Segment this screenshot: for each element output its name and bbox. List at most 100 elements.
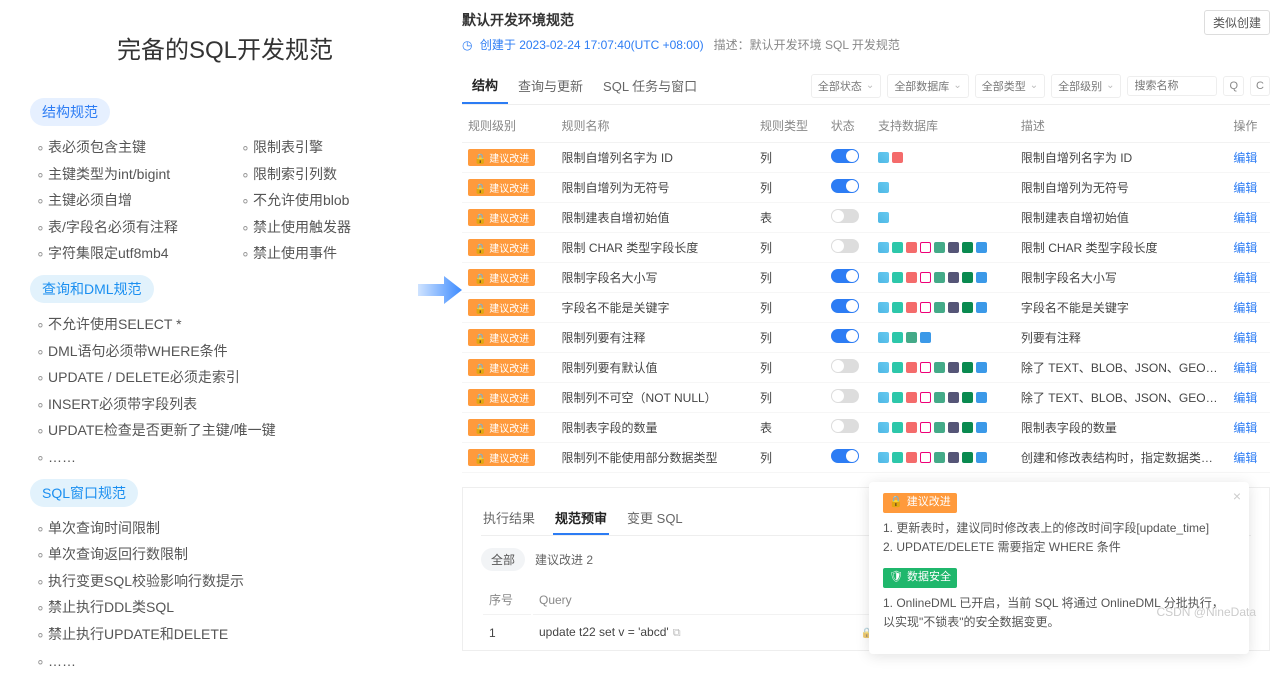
popover-badge-security: 🛡 数据安全 xyxy=(883,568,957,588)
table-row: 🔒 建议改进 限制字段名大小写 列 限制字段名大小写 编辑 xyxy=(462,263,1270,293)
spec-item: DML语句必须带WHERE条件 xyxy=(36,338,420,365)
edit-link[interactable]: 编辑 xyxy=(1233,241,1257,255)
level-badge: 🔒 建议改进 xyxy=(468,329,535,346)
filter-level[interactable]: 全部级别 xyxy=(1051,74,1121,98)
search-icon[interactable]: Q xyxy=(1223,76,1244,96)
rule-desc: 限制自增列名字为 ID xyxy=(1015,143,1228,173)
rule-desc: 限制建表自增初始值 xyxy=(1015,203,1228,233)
edit-link[interactable]: 编辑 xyxy=(1233,361,1257,375)
rule-type: 列 xyxy=(754,323,825,353)
close-icon[interactable]: × xyxy=(1233,488,1241,504)
rule-type: 列 xyxy=(754,173,825,203)
filter-database[interactable]: 全部数据库 xyxy=(887,74,968,98)
spec-item: 表必须包含主键 xyxy=(36,134,215,161)
rule-desc: 除了 TEXT、BLOB、JSON、GEOMETRY … xyxy=(1015,353,1228,383)
subtab-spec-preview[interactable]: 规范预审 xyxy=(553,502,609,535)
level-badge: 🔒 建议改进 xyxy=(468,209,535,226)
rule-type: 表 xyxy=(754,413,825,443)
status-toggle[interactable] xyxy=(831,389,859,403)
rule-desc: 限制表字段的数量 xyxy=(1015,413,1228,443)
filter-status[interactable]: 全部状态 xyxy=(811,74,881,98)
status-toggle[interactable] xyxy=(831,149,859,163)
edit-link[interactable]: 编辑 xyxy=(1233,271,1257,285)
spec-item: UPDATE检查是否更新了主键/唯一键 xyxy=(36,417,420,444)
edit-link[interactable]: 编辑 xyxy=(1233,421,1257,435)
spec-item: INSERT必须带字段列表 xyxy=(36,391,420,418)
clock-icon: ◷ xyxy=(462,38,472,52)
table-row: 🔒 建议改进 限制列不可空（NOT NULL） 列 除了 TEXT、BLOB、J… xyxy=(462,383,1270,413)
rule-desc: 除了 TEXT、BLOB、JSON、GEOMETRY … xyxy=(1015,383,1228,413)
rules-table: 规则级别 规则名称 规则类型 状态 支持数据库 描述 操作 🔒 建议改进 限制自… xyxy=(462,109,1270,473)
filter-type[interactable]: 全部类型 xyxy=(975,74,1045,98)
rule-type: 列 xyxy=(754,443,825,473)
level-badge: 🔒 建议改进 xyxy=(468,419,535,436)
rule-name: 限制列要有默认值 xyxy=(556,353,754,383)
structure-list-2: 限制表引擎限制索引列数不允许使用blob禁止使用触发器禁止使用事件 xyxy=(235,134,420,267)
section-header-window: SQL窗口规范 xyxy=(30,479,138,507)
rule-type: 表 xyxy=(754,203,825,233)
level-badge: 🔒 建议改进 xyxy=(468,149,535,166)
status-toggle[interactable] xyxy=(831,299,859,313)
th-db: 支持数据库 xyxy=(872,109,1015,143)
table-row: 🔒 建议改进 限制建表自增初始值 表 限制建表自增初始值 编辑 xyxy=(462,203,1270,233)
similar-create-button[interactable]: 类似创建 xyxy=(1204,10,1270,35)
edit-link[interactable]: 编辑 xyxy=(1233,181,1257,195)
db-icons xyxy=(878,272,1009,283)
chip-suggest[interactable]: 建议改进 2 xyxy=(535,551,593,568)
refresh-icon[interactable]: C xyxy=(1250,76,1270,96)
hint-popover: × 🔒 建议改进 1. 更新表时，建议同时修改表上的修改时间字段[update_… xyxy=(869,482,1249,654)
level-badge: 🔒 建议改进 xyxy=(468,269,535,286)
status-toggle[interactable] xyxy=(831,209,859,223)
table-row: 🔒 建议改进 字段名不能是关键字 列 字段名不能是关键字 编辑 xyxy=(462,293,1270,323)
subtab-change-sql[interactable]: 变更 SQL xyxy=(625,502,685,535)
tab-query-update[interactable]: 查询与更新 xyxy=(508,68,593,103)
rule-desc: 创建和修改表结构时，指定数据类型将不可… xyxy=(1015,443,1228,473)
subtab-exec-result[interactable]: 执行结果 xyxy=(481,502,537,535)
th-type: 规则类型 xyxy=(754,109,825,143)
status-toggle[interactable] xyxy=(831,449,859,463)
edit-link[interactable]: 编辑 xyxy=(1233,301,1257,315)
table-row: 🔒 建议改进 限制列不能使用部分数据类型 列 创建和修改表结构时，指定数据类型将… xyxy=(462,443,1270,473)
edit-link[interactable]: 编辑 xyxy=(1233,451,1257,465)
rule-type: 列 xyxy=(754,263,825,293)
rule-type: 列 xyxy=(754,143,825,173)
th-desc: 描述 xyxy=(1015,109,1228,143)
copy-icon[interactable]: ⧉ xyxy=(673,627,681,639)
db-icons xyxy=(878,392,1009,403)
tab-structure[interactable]: 结构 xyxy=(462,67,508,104)
level-badge: 🔒 建议改进 xyxy=(468,389,535,406)
tab-sql-task[interactable]: SQL 任务与窗口 xyxy=(593,68,707,103)
db-icons xyxy=(878,182,1009,193)
section-header-dml: 查询和DML规范 xyxy=(30,275,154,303)
rule-name: 限制列不能使用部分数据类型 xyxy=(556,443,754,473)
spec-item: 主键类型为int/bigint xyxy=(36,161,215,188)
level-badge: 🔒 建议改进 xyxy=(468,179,535,196)
status-toggle[interactable] xyxy=(831,419,859,433)
status-toggle[interactable] xyxy=(831,359,859,373)
qtd-no: 1 xyxy=(483,617,531,648)
db-icons xyxy=(878,422,1009,433)
status-toggle[interactable] xyxy=(831,179,859,193)
db-icons xyxy=(878,242,1009,253)
spec-item: 字符集限定utf8mb4 xyxy=(36,240,215,267)
rule-name: 限制 CHAR 类型字段长度 xyxy=(556,233,754,263)
edit-link[interactable]: 编辑 xyxy=(1233,391,1257,405)
chip-all[interactable]: 全部 xyxy=(481,548,525,571)
section-header-structure: 结构规范 xyxy=(30,98,110,126)
rule-name: 限制表字段的数量 xyxy=(556,413,754,443)
popover-line: 2. UPDATE/DELETE 需要指定 WHERE 条件 xyxy=(883,540,1121,554)
table-row: 🔒 建议改进 限制列要有默认值 列 除了 TEXT、BLOB、JSON、GEOM… xyxy=(462,353,1270,383)
spec-item: 禁止使用触发器 xyxy=(241,214,420,241)
search-input[interactable] xyxy=(1127,76,1217,96)
status-toggle[interactable] xyxy=(831,269,859,283)
rule-name: 限制列不可空（NOT NULL） xyxy=(556,383,754,413)
level-badge: 🔒 建议改进 xyxy=(468,239,535,256)
dml-list: 不允许使用SELECT *DML语句必须带WHERE条件UPDATE / DEL… xyxy=(30,311,420,471)
rule-type: 列 xyxy=(754,293,825,323)
edit-link[interactable]: 编辑 xyxy=(1233,151,1257,165)
status-toggle[interactable] xyxy=(831,329,859,343)
edit-link[interactable]: 编辑 xyxy=(1233,331,1257,345)
status-toggle[interactable] xyxy=(831,239,859,253)
edit-link[interactable]: 编辑 xyxy=(1233,211,1257,225)
level-badge: 🔒 建议改进 xyxy=(468,299,535,316)
